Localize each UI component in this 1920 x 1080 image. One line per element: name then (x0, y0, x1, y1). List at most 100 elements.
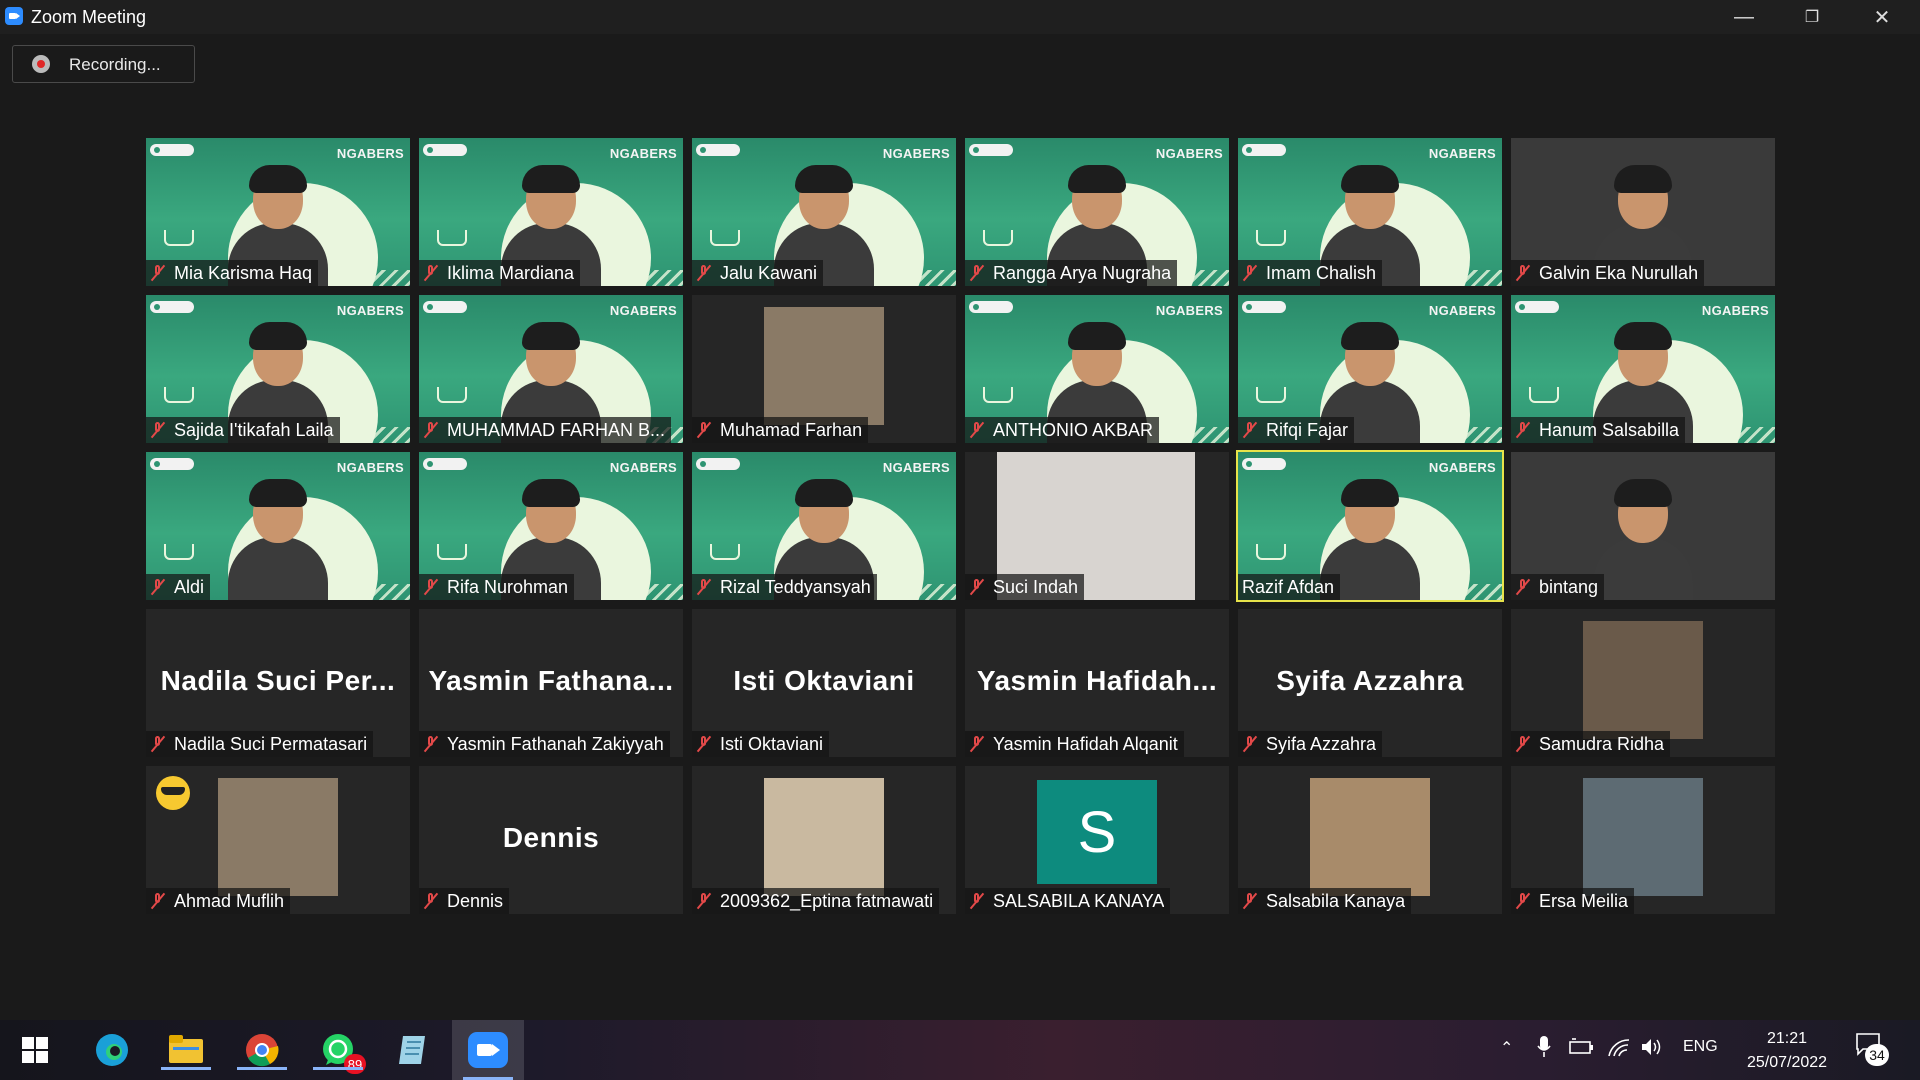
windows-taskbar: 89 ⌃ ENG 21:21 25/07/2022 34 (0, 1020, 1920, 1080)
participant-tile[interactable]: NGABERS Hanum Salsabilla (1511, 295, 1775, 443)
muted-microphone-icon (696, 735, 712, 753)
muted-microphone-icon (1515, 264, 1531, 282)
participant-name: SALSABILA KANAYA (993, 890, 1165, 911)
restore-icon[interactable]: ❐ (1782, 0, 1842, 34)
participant-name: Mia Karisma Haq (174, 262, 313, 283)
participant-tile[interactable]: NGABERS Rifa Nurohman (419, 452, 683, 600)
participant-tile[interactable]: NGABERS Rizal Teddyansyah (692, 452, 956, 600)
participant-tile[interactable]: NGABERS Aldi (146, 452, 410, 600)
participant-name: Rifqi Fajar (1266, 419, 1349, 440)
participant-tile[interactable]: Ahmad Muflih (146, 766, 410, 914)
participant-profile-picture (1583, 621, 1703, 739)
participant-name: Syifa Azzahra (1266, 733, 1377, 754)
participant-tile[interactable]: Isti Oktaviani Isti Oktaviani (692, 609, 956, 757)
participant-profile-picture (1583, 778, 1703, 896)
muted-microphone-icon (150, 578, 166, 596)
banner-brand-text: NGABERS (1701, 303, 1769, 318)
participant-tile[interactable]: Yasmin Fathana... Yasmin Fathanah Zakiyya… (419, 609, 683, 757)
microphone-icon[interactable] (1537, 1036, 1551, 1063)
participant-display-name: Nadila Suci Per... (160, 665, 396, 696)
show-hidden-icons-chevron-icon[interactable]: ⌃ (1500, 1038, 1513, 1058)
participant-tile[interactable]: NGABERS Rifqi Fajar (1238, 295, 1502, 443)
participant-tile[interactable]: bintang (1511, 452, 1775, 600)
participant-name-label: Aldi (146, 574, 211, 600)
battery-icon[interactable] (1568, 1037, 1594, 1062)
participant-name-label: Imam Chalish (1238, 260, 1383, 286)
muted-microphone-icon (150, 892, 166, 910)
wifi-icon[interactable] (1607, 1036, 1631, 1063)
participant-tile[interactable]: NGABERS Sajida I'tikafah Laila (146, 295, 410, 443)
banner-brand-text: NGABERS (609, 460, 677, 475)
whatsapp-unread-badge: 89 (344, 1054, 366, 1074)
participant-name-label: Samudra Ridha (1511, 731, 1671, 757)
participant-tile[interactable]: Nadila Suci Per... Nadila Suci Permatasar… (146, 609, 410, 757)
participant-tile[interactable]: S SALSABILA KANAYA (965, 766, 1229, 914)
language-indicator[interactable]: ENG (1683, 1038, 1718, 1056)
chrome-icon[interactable] (237, 1030, 287, 1070)
muted-microphone-icon (1242, 892, 1258, 910)
participant-name-label: Rangga Arya Nugraha (965, 260, 1178, 286)
recording-label: Recording... (69, 55, 161, 74)
muted-microphone-icon (150, 735, 166, 753)
recording-indicator[interactable]: Recording... (12, 45, 195, 83)
participant-tile[interactable]: 2009362_Eptina fatmawati (692, 766, 956, 914)
minimize-icon[interactable]: — (1714, 0, 1774, 34)
participant-name-label: Suci Indah (965, 574, 1085, 600)
participant-name: Dennis (447, 890, 504, 911)
muted-microphone-icon (150, 264, 166, 282)
muted-microphone-icon (1515, 578, 1531, 596)
participant-name: MUHAMMAD FARHAN B... (447, 419, 666, 440)
muted-microphone-icon (423, 735, 439, 753)
clock-date: 25/07/2022 (1746, 1054, 1828, 1071)
participant-name-label: Muhamad Farhan (692, 417, 869, 443)
muted-microphone-icon (1515, 735, 1531, 753)
participant-name-label: Jalu Kawani (692, 260, 824, 286)
participant-tile[interactable]: NGABERS Razif Afdan (1236, 450, 1504, 602)
participant-tile[interactable]: NGABERS Iklima Mardiana (419, 138, 683, 286)
whatsapp-icon[interactable]: 89 (313, 1030, 366, 1074)
participant-avatar: S (1037, 780, 1157, 884)
participant-tile[interactable]: Syifa Azzahra Syifa Azzahra (1238, 609, 1502, 757)
close-icon[interactable]: ✕ (1852, 0, 1912, 34)
participant-name: Salsabila Kanaya (1266, 890, 1406, 911)
participant-tile[interactable]: NGABERS Jalu Kawani (692, 138, 956, 286)
participant-tile[interactable]: NGABERS Rangga Arya Nugraha (965, 138, 1229, 286)
banner-brand-text: NGABERS (336, 303, 404, 318)
file-explorer-icon[interactable] (161, 1030, 211, 1070)
volume-icon[interactable] (1640, 1036, 1664, 1063)
participant-name-label: Hanum Salsabilla (1511, 417, 1686, 443)
participant-tile[interactable]: Galvin Eka Nurullah (1511, 138, 1775, 286)
participant-name-label: Isti Oktaviani (692, 731, 830, 757)
participant-tile[interactable]: NGABERS ANTHONIO AKBAR (965, 295, 1229, 443)
participant-tile[interactable]: NGABERS Mia Karisma Haq (146, 138, 410, 286)
zoom-taskbar-icon (468, 1032, 508, 1068)
participant-tile[interactable]: Dennis Dennis (419, 766, 683, 914)
edge-browser-icon[interactable] (92, 1030, 132, 1070)
participant-tile[interactable]: Muhamad Farhan (692, 295, 956, 443)
participant-video (223, 475, 333, 600)
participant-tile[interactable]: Samudra Ridha (1511, 609, 1775, 757)
participant-tile[interactable]: Ersa Meilia (1511, 766, 1775, 914)
taskbar-clock[interactable]: 21:21 25/07/2022 (1722, 1027, 1852, 1075)
participant-profile-picture (764, 778, 884, 896)
participant-profile-picture (764, 307, 884, 425)
banner-brand-text: NGABERS (1428, 146, 1496, 161)
participant-name: Iklima Mardiana (447, 262, 575, 283)
banner-brand-text: NGABERS (1155, 146, 1223, 161)
banner-brand-text: NGABERS (1428, 460, 1496, 475)
zoom-app-icon (5, 7, 23, 25)
participant-tile[interactable]: NGABERS MUHAMMAD FARHAN B... (419, 295, 683, 443)
participant-tile[interactable]: Suci Indah (965, 452, 1229, 600)
participant-tile[interactable]: NGABERS Imam Chalish (1238, 138, 1502, 286)
muted-microphone-icon (969, 421, 985, 439)
notification-center-icon[interactable]: 34 (1855, 1032, 1889, 1066)
participant-name-label: Rizal Teddyansyah (692, 574, 877, 600)
participant-tile[interactable]: Yasmin Hafidah... Yasmin Hafidah Alqanit (965, 609, 1229, 757)
participant-tile[interactable]: Salsabila Kanaya (1238, 766, 1502, 914)
notes-app-icon[interactable] (392, 1030, 432, 1070)
zoom-taskbar-button[interactable] (452, 1020, 524, 1080)
banner-brand-text: NGABERS (336, 460, 404, 475)
windows-start-icon[interactable] (15, 1030, 55, 1070)
muted-microphone-icon (423, 264, 439, 282)
participant-name: Aldi (174, 576, 205, 597)
